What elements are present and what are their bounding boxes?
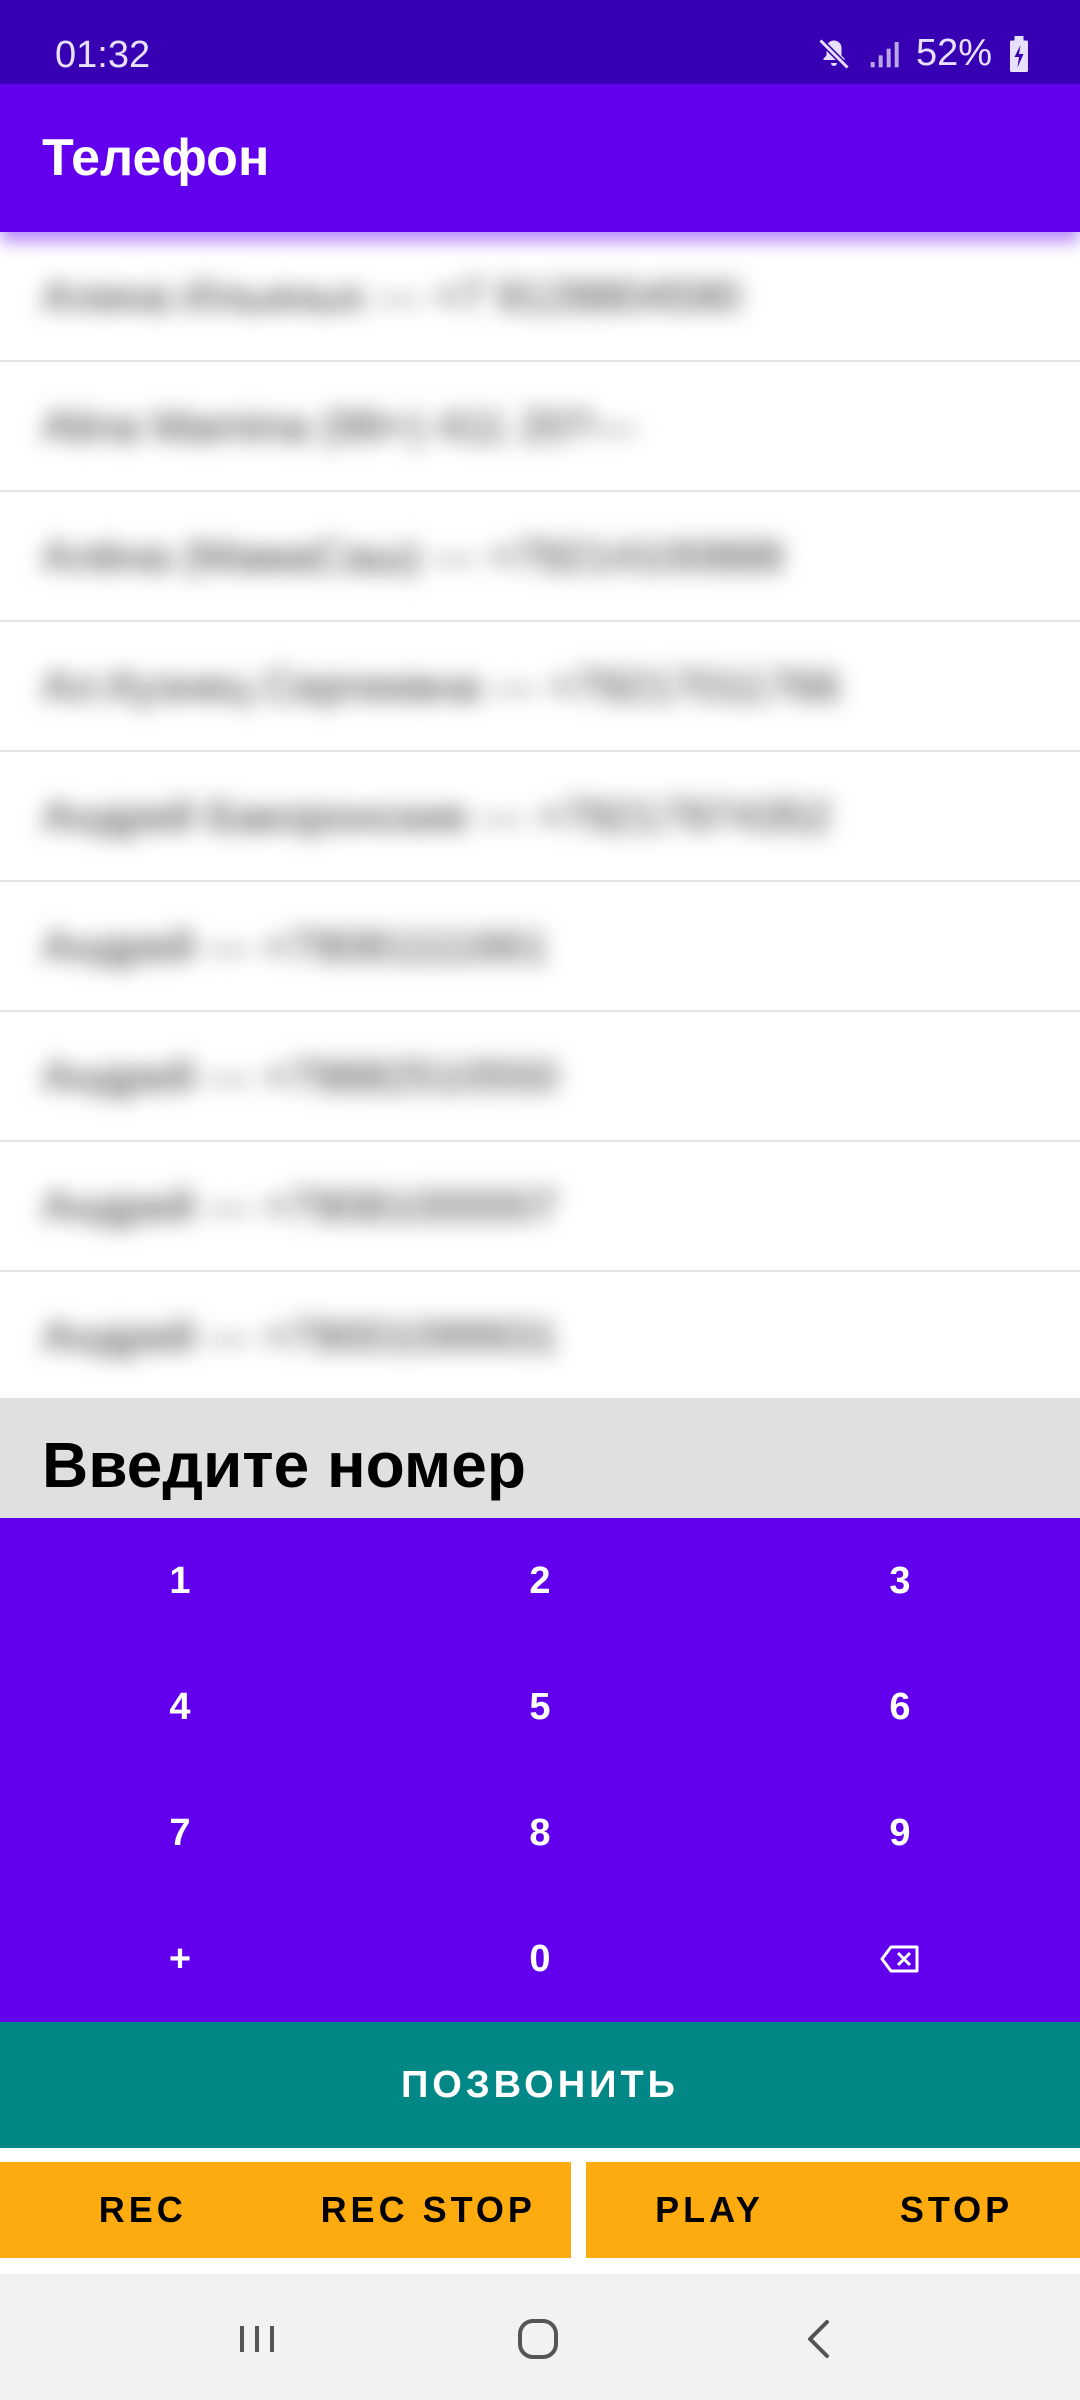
contact-text: Андрей — +79882510550: [42, 1052, 559, 1101]
contact-list[interactable]: Алина Ильиных — +7 9128804590 Alina Mami…: [0, 232, 1080, 1394]
home-icon[interactable]: [513, 2314, 563, 2364]
key-4[interactable]: 4: [0, 1644, 360, 1770]
contact-text: Андрей — +79001099931: [42, 1312, 559, 1361]
list-item[interactable]: Ал.Кузнец Сергеевна — +79217011766: [0, 622, 1080, 752]
contact-text: Алина Ильиных — +7 9128804590: [42, 272, 741, 321]
battery-percent: 52%: [915, 32, 992, 74]
system-nav-bar: [0, 2274, 1080, 2400]
contact-text: Андрей Бакоронские — +79217974352: [42, 792, 832, 841]
key-7[interactable]: 7: [0, 1770, 360, 1896]
playback-controls: PLAY STOP: [586, 2162, 1080, 2258]
rec-stop-button[interactable]: REC STOP: [286, 2189, 572, 2231]
play-button[interactable]: PLAY: [586, 2189, 833, 2231]
phone-number-placeholder: Введите номер: [42, 1429, 526, 1501]
key-5[interactable]: 5: [360, 1644, 720, 1770]
record-controls: REC REC STOP: [0, 2162, 571, 2258]
backspace-key[interactable]: [720, 1896, 1080, 2022]
contact-text: Alina Mamina (99+) 411 20?—: [42, 402, 637, 451]
list-item[interactable]: Андрей — +79081111661: [0, 882, 1080, 1012]
rec-button[interactable]: REC: [0, 2189, 286, 2231]
list-item[interactable]: Андрей — +79081000007: [0, 1142, 1080, 1272]
phone-number-field[interactable]: Введите номер: [0, 1398, 1080, 1518]
list-item[interactable]: Alina Mamina (99+) 411 20?—: [0, 362, 1080, 492]
key-6[interactable]: 6: [720, 1644, 1080, 1770]
recent-apps-icon[interactable]: [232, 2314, 282, 2364]
status-icons: 52%: [816, 32, 1030, 75]
list-item[interactable]: Алёна (МамаСаш) — +79214100888: [0, 492, 1080, 622]
status-bar: 01:32 52%: [0, 0, 1080, 84]
key-1[interactable]: 1: [0, 1518, 360, 1644]
app-bar: Телефон: [0, 84, 1080, 232]
key-3[interactable]: 3: [720, 1518, 1080, 1644]
list-item[interactable]: Андрей — +79882510550: [0, 1012, 1080, 1142]
app-title: Телефон: [42, 129, 270, 187]
backspace-icon: [880, 1945, 919, 1973]
list-item[interactable]: Алина Ильиных — +7 9128804590: [0, 232, 1080, 362]
key-9[interactable]: 9: [720, 1770, 1080, 1896]
contact-text: Андрей — +79081000007: [42, 1182, 559, 1231]
key-2[interactable]: 2: [360, 1518, 720, 1644]
mute-icon: [818, 37, 850, 70]
key-0[interactable]: 0: [360, 1896, 720, 2022]
contact-text: Алёна (МамаСаш) — +79214100888: [42, 532, 784, 581]
list-item[interactable]: Андрей Бакоронские — +79217974352: [0, 752, 1080, 882]
signal-icon: [870, 41, 899, 67]
call-button[interactable]: ПОЗВОНИТЬ: [0, 2022, 1080, 2148]
key-8[interactable]: 8: [360, 1770, 720, 1896]
list-item[interactable]: Андрей — +79001099931: [0, 1272, 1080, 1394]
dial-keypad: 1 2 3 4 5 6 7 8 9 + 0: [0, 1518, 1080, 2022]
key-plus[interactable]: +: [0, 1896, 360, 2022]
back-icon[interactable]: [795, 2314, 845, 2364]
status-time: 01:32: [55, 34, 151, 76]
battery-charging-icon: [1010, 35, 1028, 72]
contact-text: Андрей — +79081111661: [42, 922, 549, 971]
contact-text: Ал.Кузнец Сергеевна — +79217011766: [42, 662, 841, 711]
stop-button[interactable]: STOP: [833, 2189, 1080, 2231]
